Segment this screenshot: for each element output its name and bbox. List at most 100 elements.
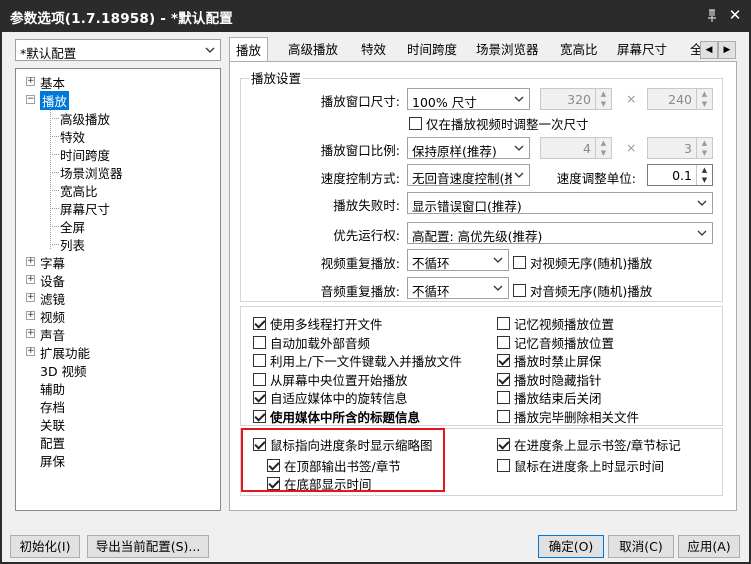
tab-1[interactable]: 高级播放 bbox=[284, 39, 338, 61]
speed-unit-spin[interactable]: 0.1 ▲ ▼ bbox=[647, 164, 713, 186]
video-shuffle-checkbox[interactable]: 对视频无序(随机)播放 bbox=[513, 253, 652, 272]
tab-scroll-left-icon[interactable]: ◀ bbox=[700, 41, 718, 59]
tab-2[interactable]: 特效 bbox=[357, 39, 386, 61]
spin-up-icon[interactable]: ▲ bbox=[697, 165, 712, 175]
window-ratio-select[interactable]: 保持原样(推荐) bbox=[407, 137, 530, 159]
ratio-height-spin[interactable]: 3 ▲ ▼ bbox=[647, 137, 713, 159]
tree-item[interactable]: 字幕 bbox=[40, 253, 65, 272]
window-width-spin[interactable]: 320 ▲ ▼ bbox=[540, 88, 612, 110]
checkbox-box[interactable] bbox=[253, 317, 266, 330]
checkbox-box[interactable] bbox=[267, 477, 280, 490]
options_right-checkbox[interactable]: 播放时隐藏指针 bbox=[497, 370, 602, 389]
checkbox-box[interactable] bbox=[253, 410, 266, 423]
bookmark-marks-checkbox[interactable]: 在进度条上显示书签/章节标记 bbox=[497, 435, 681, 454]
options_right-checkbox[interactable]: 记忆音频播放位置 bbox=[497, 333, 614, 352]
tree-item[interactable]: 存档 bbox=[40, 397, 65, 416]
tab-0[interactable]: 播放 bbox=[229, 37, 269, 62]
tree-item[interactable]: 宽高比 bbox=[60, 181, 98, 200]
tree-item[interactable]: 配置 bbox=[40, 433, 65, 452]
tree-item[interactable]: 视频 bbox=[40, 307, 65, 326]
tab-7[interactable]: 全 bbox=[686, 39, 700, 61]
apply-button[interactable]: 应用(A) bbox=[678, 535, 740, 558]
settings-tree[interactable]: + 基本 − 播放 高级播放 特效 时间跨度 场景浏览器 宽高比 屏幕尺寸 全屏 列表 + 字幕 + 设备 + 滤… bbox=[15, 68, 221, 511]
spin-up-icon[interactable]: ▲ bbox=[596, 138, 611, 148]
hover-time-checkbox[interactable]: 鼠标在进度条上时显示时间 bbox=[497, 456, 664, 475]
tree-item[interactable]: 辅助 bbox=[40, 379, 65, 398]
seek-bottom-checkbox[interactable]: 在底部显示时间 bbox=[267, 474, 372, 493]
ratio-width-spin[interactable]: 4 ▲ ▼ bbox=[540, 137, 612, 159]
tree-item[interactable]: 设备 bbox=[40, 271, 65, 290]
priority-select[interactable]: 高配置: 高优先级(推荐) bbox=[407, 222, 713, 244]
pin-icon[interactable] bbox=[704, 8, 720, 24]
tree-item[interactable]: 屏保 bbox=[40, 451, 65, 470]
options_left-checkbox[interactable]: 自动加载外部音频 bbox=[253, 333, 370, 352]
tree-item[interactable]: 场景浏览器 bbox=[60, 163, 123, 182]
checkbox-box[interactable] bbox=[497, 372, 510, 386]
spin-up-icon[interactable]: ▲ bbox=[697, 89, 712, 99]
checkbox-box[interactable] bbox=[513, 256, 526, 269]
spin-down-icon[interactable]: ▼ bbox=[596, 99, 611, 109]
checkbox-box[interactable] bbox=[497, 410, 510, 423]
seek-top-checkbox[interactable]: 在顶部输出书签/章节 bbox=[267, 456, 401, 475]
checkbox-box[interactable] bbox=[253, 438, 266, 451]
checkbox-box[interactable] bbox=[409, 117, 422, 130]
window-height-spin[interactable]: 240 ▲ ▼ bbox=[647, 88, 713, 110]
spin-down-icon[interactable]: ▼ bbox=[697, 175, 712, 185]
seek-thumbnail-checkbox[interactable]: 鼠标指向进度条时显示缩略图 bbox=[253, 435, 433, 454]
ok-button[interactable]: 确定(O) bbox=[538, 535, 604, 558]
options_left-checkbox[interactable]: 从屏幕中央位置开始播放 bbox=[253, 370, 408, 389]
options_right-checkbox[interactable]: 播放时禁止屏保 bbox=[497, 351, 602, 370]
audio-repeat-select[interactable]: 不循环 bbox=[407, 277, 509, 299]
on-fail-select[interactable]: 显示错误窗口(推荐) bbox=[407, 192, 713, 214]
options_left-checkbox[interactable]: 自适应媒体中的旋转信息 bbox=[253, 388, 408, 407]
tree-item[interactable]: 屏幕尺寸 bbox=[60, 199, 110, 218]
cancel-button[interactable]: 取消(C) bbox=[608, 535, 674, 558]
expand-icon[interactable]: + bbox=[26, 311, 35, 320]
tab-6[interactable]: 屏幕尺寸 bbox=[613, 39, 667, 61]
tree-item[interactable]: 播放 bbox=[40, 91, 70, 110]
tree-item[interactable]: 关联 bbox=[40, 415, 65, 434]
options_left-checkbox[interactable]: 使用多线程打开文件 bbox=[253, 314, 383, 333]
spin-down-icon[interactable]: ▼ bbox=[697, 99, 712, 109]
checkbox-box[interactable] bbox=[497, 354, 510, 368]
tree-item[interactable]: 时间跨度 bbox=[60, 145, 110, 164]
options_left-checkbox[interactable]: 使用媒体中所含的标题信息 bbox=[253, 407, 420, 426]
tab-4[interactable]: 场景浏览器 bbox=[472, 39, 539, 61]
options_right-checkbox[interactable]: 记忆视频播放位置 bbox=[497, 314, 614, 333]
expand-icon[interactable]: + bbox=[26, 77, 35, 86]
checkbox-box[interactable] bbox=[267, 459, 280, 472]
options_left-checkbox[interactable]: 利用上/下一文件键载入并播放文件 bbox=[253, 351, 462, 370]
tree-item[interactable]: 高级播放 bbox=[60, 109, 110, 128]
checkbox-box[interactable] bbox=[253, 335, 266, 349]
options_right-checkbox[interactable]: 播放完毕删除相关文件 bbox=[497, 407, 639, 426]
spin-down-icon[interactable]: ▼ bbox=[596, 148, 611, 158]
checkbox-box[interactable] bbox=[497, 438, 510, 451]
tree-item[interactable]: 滤镜 bbox=[40, 289, 65, 308]
checkbox-box[interactable] bbox=[253, 372, 266, 386]
checkbox-box[interactable] bbox=[497, 335, 510, 349]
tree-item[interactable]: 列表 bbox=[60, 235, 85, 254]
adjust-once-checkbox[interactable]: 仅在播放视频时调整一次尺寸 bbox=[409, 114, 589, 133]
window-size-select[interactable]: 100% 尺寸 bbox=[407, 88, 530, 110]
checkbox-box[interactable] bbox=[253, 354, 266, 368]
speed-mode-select[interactable]: 无回音速度控制(推 bbox=[407, 164, 530, 186]
expand-icon[interactable]: + bbox=[26, 257, 35, 266]
checkbox-box[interactable] bbox=[497, 459, 510, 472]
expand-icon[interactable]: + bbox=[26, 275, 35, 284]
checkbox-box[interactable] bbox=[253, 391, 266, 405]
reset-button[interactable]: 初始化(I) bbox=[10, 535, 80, 558]
tab-scroll-right-icon[interactable]: ▶ bbox=[718, 41, 736, 59]
options_right-checkbox[interactable]: 播放结束后关闭 bbox=[497, 388, 602, 407]
video-repeat-select[interactable]: 不循环 bbox=[407, 249, 509, 271]
tree-item[interactable]: 特效 bbox=[60, 127, 85, 146]
spin-up-icon[interactable]: ▲ bbox=[596, 89, 611, 99]
checkbox-box[interactable] bbox=[497, 317, 510, 330]
collapse-icon[interactable]: − bbox=[26, 95, 35, 104]
export-config-button[interactable]: 导出当前配置(S)... bbox=[87, 535, 209, 558]
tree-item[interactable]: 基本 bbox=[40, 73, 65, 92]
tab-5[interactable]: 宽高比 bbox=[556, 39, 598, 61]
checkbox-box[interactable] bbox=[497, 391, 510, 405]
tree-item[interactable]: 3D 视频 bbox=[40, 361, 87, 380]
spin-down-icon[interactable]: ▼ bbox=[697, 148, 712, 158]
tree-item[interactable]: 扩展功能 bbox=[40, 343, 90, 362]
